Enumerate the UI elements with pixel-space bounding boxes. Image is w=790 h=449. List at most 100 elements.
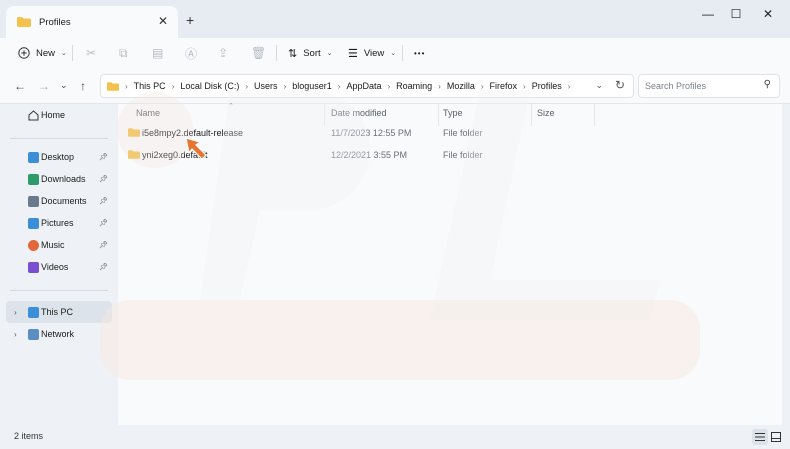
table-row[interactable]: yni2xeg0.default 12/2/2021 3:55 PM File … [122,145,778,167]
breadcrumb-separator: › [337,81,341,91]
breadcrumb-separator: › [125,81,128,91]
documents-icon [28,195,39,207]
title-bar: Profiles ✕ + — ☐ ✕ [0,0,790,38]
sidebar-item-label: Downloads [41,174,86,184]
breadcrumb-this-pc[interactable]: This PC [134,81,166,91]
sidebar-item-documents[interactable]: Documents 📌︎ [6,190,112,212]
sidebar-item-this-pc[interactable]: › This PC [6,301,112,323]
sidebar-item-desktop[interactable]: Desktop 📌︎ [6,146,112,168]
breadcrumb-local-disk[interactable]: Local Disk (C:) [180,81,239,91]
videos-icon [28,261,39,273]
breadcrumb-appdata[interactable]: AppData [346,81,381,91]
breadcrumb-separator: › [438,81,441,91]
sort-label: Sort [303,47,321,59]
tab-title: Profiles [39,16,71,28]
breadcrumb-separator: › [387,81,391,91]
downloads-icon [28,173,39,185]
file-list-pane: ⌃ Name Date modified Type Size i5e8mpy2.… [118,103,782,425]
column-header-name[interactable]: Name [136,108,160,118]
delete-icon[interactable]: 🗑︎ [251,38,266,68]
sidebar-item-downloads[interactable]: Downloads 📌︎ [6,168,112,190]
rename-icon[interactable]: Ⓐ [185,38,197,68]
pin-icon[interactable]: 📌︎ [99,219,108,227]
view-icon: ☰ [348,47,358,60]
chevron-right-icon[interactable]: › [14,308,17,317]
pin-icon[interactable]: 📌︎ [99,263,108,271]
search-input[interactable] [645,75,763,97]
sidebar-item-music[interactable]: Music 📌︎ [6,234,112,256]
file-date-modified: 11/7/2023 12:55 PM [331,128,412,138]
address-history-chevron-icon[interactable]: ⌄ [595,80,603,91]
chevron-down-icon: ⌄ [326,50,333,57]
more-options-button[interactable]: ••• [414,38,425,68]
tiles-view-button[interactable] [768,429,784,445]
sidebar-item-label: This PC [41,307,74,317]
sidebar-item-label: Music [41,240,65,250]
copy-icon[interactable]: ⧉ [119,38,128,68]
breadcrumb-firefox[interactable]: Firefox [490,81,518,91]
folder-icon [128,150,140,159]
maximize-button[interactable]: ☐ [726,7,746,21]
sidebar-item-network[interactable]: › Network [6,323,112,345]
minimize-button[interactable]: — [698,7,718,21]
computer-icon [28,306,39,318]
sidebar-divider [10,290,108,291]
toolbar-divider [276,45,277,61]
cut-icon[interactable]: ✂ [86,38,96,68]
view-label: View [363,47,385,59]
search-box[interactable]: ⚲ [638,74,780,98]
sort-ascending-icon: ⌃ [228,103,234,110]
sidebar-divider [10,138,108,139]
folder-icon [17,17,31,27]
breadcrumb-roaming[interactable]: Roaming [396,81,432,91]
search-icon: ⚲ [763,79,771,90]
table-row[interactable]: i5e8mpy2.default-release 11/7/2023 12:55… [122,123,778,145]
tab-close-button[interactable]: ✕ [158,14,168,28]
file-type: File folder [443,150,483,160]
sidebar-item-videos[interactable]: Videos 📌︎ [6,256,112,278]
sidebar-item-pictures[interactable]: Pictures 📌︎ [6,212,112,234]
back-arrow-icon[interactable]: ← [14,79,26,93]
file-explorer-window: Profiles ✕ + — ☐ ✕ New ⌄ ✂ ⧉ ▤ Ⓐ ⇪ 🗑︎ ⇅ … [0,0,790,449]
breadcrumb-separator: › [523,81,526,91]
new-tab-button[interactable]: + [186,12,194,28]
sidebar-item-home[interactable]: Home [6,104,112,126]
chevron-right-icon[interactable]: › [14,330,17,339]
close-window-button[interactable]: ✕ [758,7,778,21]
status-bar: 2 items [0,425,790,449]
pin-icon[interactable]: 📌︎ [99,241,108,249]
refresh-icon[interactable]: ↻ [615,78,625,92]
column-header-date-modified[interactable]: Date modified [331,108,387,118]
file-date-modified: 12/2/2021 3:55 PM [331,150,408,160]
tab-profiles[interactable]: Profiles ✕ [6,6,178,38]
breadcrumb-bloguser1[interactable]: bloguser1 [292,81,332,91]
column-header-type[interactable]: Type [443,108,463,118]
recent-locations-chevron-icon[interactable]: ⌄ [60,80,68,91]
pin-icon[interactable]: 📌︎ [99,153,108,161]
pin-icon[interactable]: 📌︎ [99,197,108,205]
view-button[interactable]: ☰ View ⌄ [348,38,396,68]
breadcrumb-separator: › [480,81,484,91]
up-arrow-icon[interactable]: ↑ [80,79,86,93]
column-header-size[interactable]: Size [537,108,555,118]
breadcrumb-profiles[interactable]: Profiles [532,81,562,91]
toolbar-divider [72,45,73,61]
sort-button[interactable]: ⇅ Sort ⌄ [288,38,333,68]
paste-icon[interactable]: ▤ [152,38,163,68]
new-button[interactable]: New ⌄ [18,38,67,68]
address-row: ← → ⌄ ↑ › This PC › Local Disk (C:) › Us… [0,68,790,104]
file-type: File folder [443,128,483,138]
address-bar[interactable]: › This PC › Local Disk (C:) › Users › bl… [100,74,634,98]
pin-icon[interactable]: 📌︎ [99,175,108,183]
details-view-icon [755,433,765,441]
music-icon [28,239,39,251]
sidebar-item-label: Network [41,329,75,339]
share-icon[interactable]: ⇪ [218,38,228,68]
details-view-button[interactable] [752,429,768,445]
command-bar: New ⌄ ✂ ⧉ ▤ Ⓐ ⇪ 🗑︎ ⇅ Sort ⌄ ☰ View ⌄ ••• [0,38,790,68]
breadcrumb-mozilla[interactable]: Mozilla [447,81,475,91]
forward-arrow-icon[interactable]: → [38,79,50,93]
breadcrumb-users[interactable]: Users [254,81,278,91]
breadcrumb-separator: › [245,81,249,91]
sort-icon: ⇅ [288,47,298,60]
